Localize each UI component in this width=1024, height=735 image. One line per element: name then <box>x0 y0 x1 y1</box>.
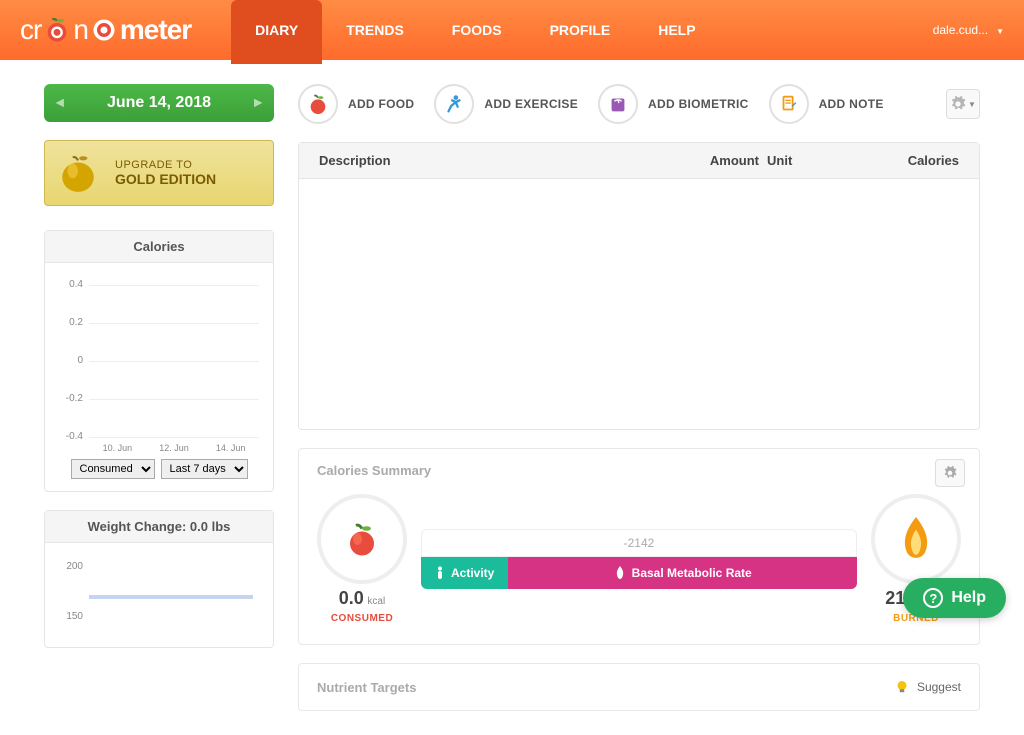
gear-icon <box>950 96 966 112</box>
activity-bar[interactable]: Activity <box>421 557 508 589</box>
add-exercise-button[interactable]: ADD EXERCISE <box>434 84 578 124</box>
note-icon <box>769 84 809 124</box>
add-note-button[interactable]: ADD NOTE <box>769 84 884 124</box>
date-prev-icon[interactable]: ◀ <box>56 98 64 109</box>
diary-settings-button[interactable]: ▼ <box>946 89 980 119</box>
logo-apple-icon <box>43 16 71 44</box>
person-icon <box>435 566 445 580</box>
calories-summary: Calories Summary 0.0 kcal CONSUMED -2142 <box>298 448 980 645</box>
action-bar: ADD FOOD ADD EXERCISE ADD BIOMETRIC ADD … <box>298 84 980 124</box>
tab-profile[interactable]: PROFILE <box>526 0 635 60</box>
weight-panel: Weight Change: 0.0 lbs 200 150 <box>44 510 274 648</box>
tab-help[interactable]: HELP <box>634 0 719 60</box>
runner-icon <box>434 84 474 124</box>
bmr-bar[interactable]: Basal Metabolic Rate <box>508 557 857 589</box>
upgrade-line2: GOLD EDITION <box>115 171 255 187</box>
weight-chart: 200 150 <box>55 555 263 635</box>
user-menu[interactable]: dale.cud... <box>933 23 1004 37</box>
calories-range-select[interactable]: Last 7 days <box>161 459 248 479</box>
diary-table: Description Amount Unit Calories <box>298 142 980 430</box>
tab-trends[interactable]: TRENDS <box>322 0 428 60</box>
calories-chart: 0.4 0.2 0 -0.2 -0.4 10. Jun 12. Jun 14. … <box>55 275 263 455</box>
upgrade-gold-button[interactable]: UPGRADE TO GOLD EDITION <box>44 140 274 206</box>
logo[interactable]: cr n meter <box>20 14 191 46</box>
diary-body[interactable] <box>299 179 979 429</box>
apple-icon <box>298 84 338 124</box>
logo-target-icon <box>90 16 118 44</box>
calories-panel: Calories 0.4 0.2 0 -0.2 -0.4 10. Jun 12.… <box>44 230 274 492</box>
tab-foods[interactable]: FOODS <box>428 0 526 60</box>
gold-apple-icon <box>57 152 99 194</box>
deficit-value: -2142 <box>421 529 857 557</box>
col-description: Description <box>319 153 679 168</box>
col-unit: Unit <box>759 153 859 168</box>
chevron-down-icon: ▼ <box>968 100 976 109</box>
date-label: June 14, 2018 <box>107 94 211 111</box>
col-amount: Amount <box>679 153 759 168</box>
nav-tabs: DIARY TRENDS FOODS PROFILE HELP <box>231 0 719 60</box>
date-next-icon[interactable]: ▶ <box>254 98 262 109</box>
suggest-button[interactable]: Suggest <box>893 678 961 696</box>
top-nav: cr n meter DIARY TRENDS FOODS PROFILE HE… <box>0 0 1024 60</box>
calories-series-select[interactable]: Consumed <box>71 459 155 479</box>
burned-circle <box>871 494 961 584</box>
summary-title: Calories Summary <box>317 463 961 478</box>
apple-icon <box>344 521 380 557</box>
calories-panel-title: Calories <box>45 231 273 263</box>
targets-title: Nutrient Targets <box>317 680 416 695</box>
flame-icon <box>896 517 936 561</box>
nutrient-targets: Nutrient Targets Suggest <box>298 663 980 711</box>
consumed-circle <box>317 494 407 584</box>
tab-diary[interactable]: DIARY <box>231 0 322 64</box>
scale-icon <box>598 84 638 124</box>
help-icon: ? <box>923 588 943 608</box>
gear-icon <box>943 466 957 480</box>
upgrade-line1: UPGRADE TO <box>115 159 255 171</box>
flame-icon <box>614 566 626 580</box>
help-bubble[interactable]: ? Help <box>903 578 1006 618</box>
col-calories: Calories <box>859 153 959 168</box>
weight-panel-title: Weight Change: 0.0 lbs <box>45 511 273 543</box>
date-selector[interactable]: ◀ June 14, 2018 ▶ <box>44 84 274 122</box>
bulb-icon <box>893 678 911 696</box>
add-biometric-button[interactable]: ADD BIOMETRIC <box>598 84 749 124</box>
add-food-button[interactable]: ADD FOOD <box>298 84 414 124</box>
summary-settings-button[interactable] <box>935 459 965 487</box>
